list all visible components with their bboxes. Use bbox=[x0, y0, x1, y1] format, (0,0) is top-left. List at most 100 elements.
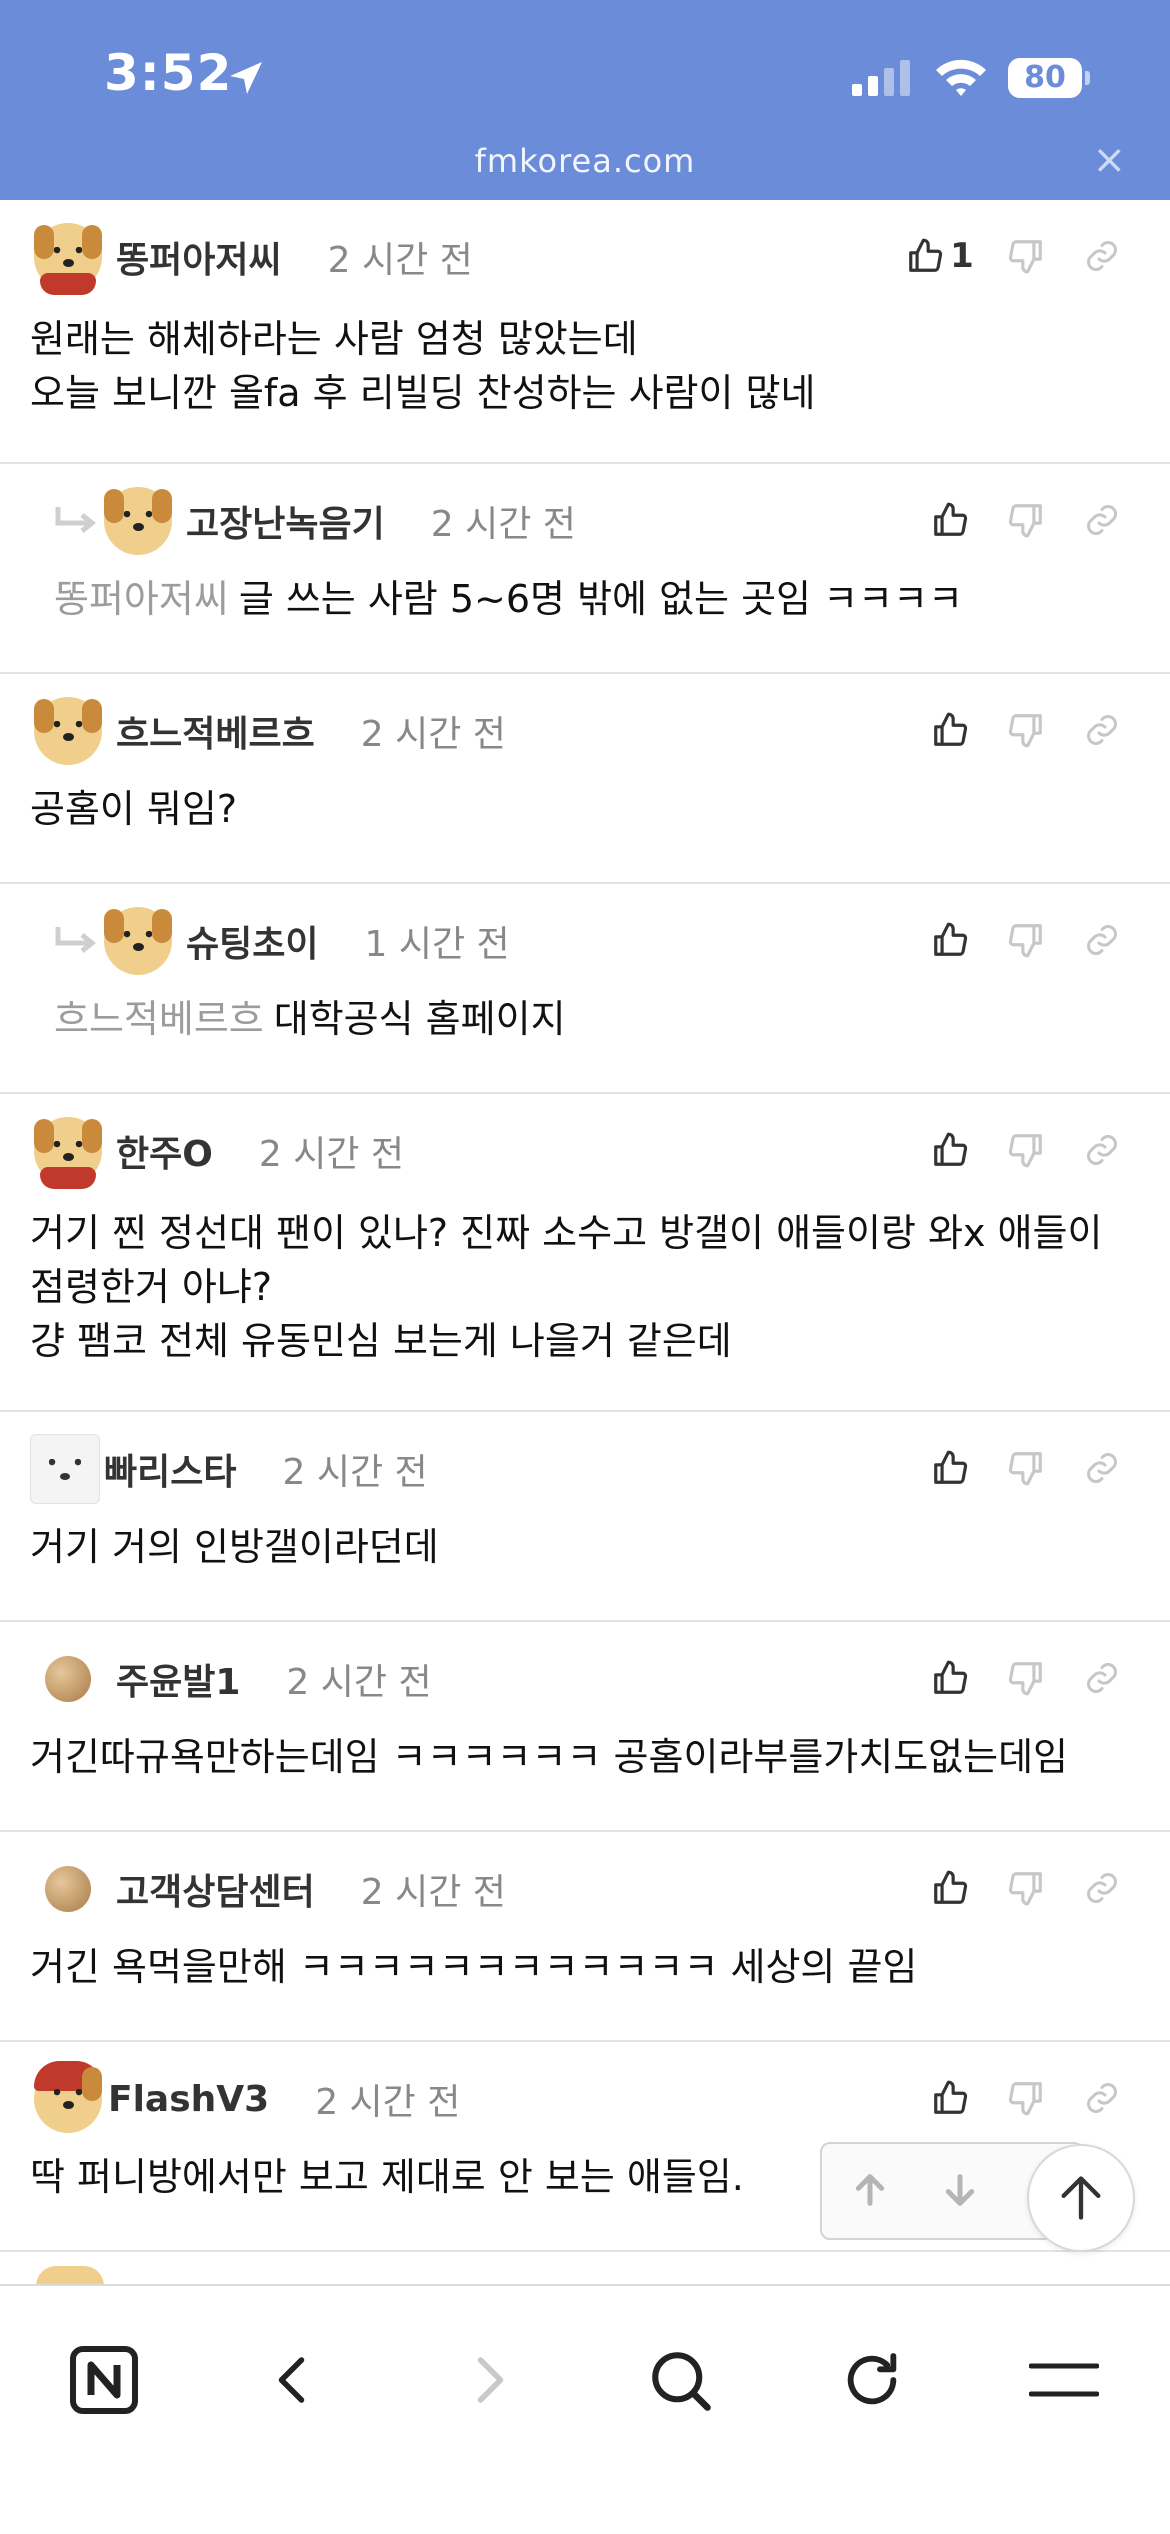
menu-button[interactable] bbox=[1016, 2332, 1112, 2428]
reload-button[interactable] bbox=[824, 2332, 920, 2428]
comment-time: 2 시간 전 bbox=[282, 1452, 428, 1493]
avatar[interactable] bbox=[45, 1656, 91, 1702]
like-button[interactable] bbox=[912, 1648, 988, 1708]
signal-icon bbox=[852, 60, 910, 96]
close-icon[interactable]: × bbox=[1092, 140, 1126, 180]
avatar[interactable] bbox=[30, 1434, 100, 1504]
avatar[interactable] bbox=[34, 2061, 102, 2133]
arrow-down-icon[interactable] bbox=[940, 2170, 980, 2210]
like-button[interactable] bbox=[912, 1120, 988, 1180]
comment-item: 주윤발1 2 시간 전 거긴따규욕만하는데임 ㅋㅋㅋㅋㅋㅋ 공홈이라부를가치도없… bbox=[0, 1622, 1170, 1832]
comment-item: 슈팅초이 1 시간 전 흐느적베르흐 대학공식 홈페이지 bbox=[0, 884, 1170, 1094]
comment-username[interactable]: 흐느적베르흐 bbox=[116, 705, 315, 757]
comment-item: 똥퍼아저씨 2 시간 전 1 원래는 해체하라는 사람 엄청 많았는데 오늘 보… bbox=[0, 200, 1170, 464]
thumbs-up-icon bbox=[934, 2080, 968, 2114]
comment-body: 흐느적베르흐 대학공식 홈페이지 bbox=[54, 997, 566, 1041]
reply-arrow-icon bbox=[55, 507, 97, 533]
comment-username[interactable]: 빠리스타 bbox=[104, 1443, 236, 1495]
link-button[interactable] bbox=[1064, 2068, 1140, 2128]
thumbs-down-icon bbox=[1008, 1662, 1042, 1696]
comment-body: 거긴 욕먹을만해 ㅋㅋㅋㅋㅋㅋㅋㅋㅋㅋㅋㅋ 세상의 끝임 bbox=[30, 1945, 918, 1989]
link-icon bbox=[1087, 1873, 1117, 1903]
avatar[interactable] bbox=[34, 697, 102, 765]
browser-toolbar bbox=[0, 2284, 1170, 2534]
like-button[interactable] bbox=[912, 1858, 988, 1918]
dislike-button[interactable] bbox=[988, 910, 1064, 970]
reload-icon bbox=[847, 2353, 897, 2405]
comment-username[interactable]: 고객상담센터 bbox=[116, 1863, 315, 1915]
avatar[interactable] bbox=[34, 1117, 102, 1189]
link-icon bbox=[1087, 505, 1117, 535]
avatar[interactable] bbox=[104, 487, 172, 555]
status-and-url-bar: 3:52 80 fmkorea.com × bbox=[0, 0, 1170, 200]
link-button[interactable] bbox=[1064, 226, 1140, 286]
link-icon bbox=[1087, 925, 1117, 955]
dislike-button[interactable] bbox=[988, 1858, 1064, 1918]
comment-item: 고장난녹음기 2 시간 전 똥퍼아저씨 글 쓰는 사람 5~6명 밖에 없는 곳임… bbox=[0, 464, 1170, 674]
dislike-button[interactable] bbox=[988, 226, 1064, 286]
like-button[interactable] bbox=[912, 910, 988, 970]
avatar bbox=[36, 2266, 104, 2286]
scroll-to-top-button[interactable] bbox=[1027, 2144, 1135, 2252]
comment-item: 흐느적베르흐 2 시간 전 공홈이 뭐임? bbox=[0, 674, 1170, 884]
link-icon bbox=[1087, 715, 1117, 745]
status-time: 3:52 bbox=[104, 44, 233, 102]
back-button[interactable] bbox=[246, 2332, 342, 2428]
url-domain[interactable]: fmkorea.com bbox=[0, 142, 1170, 180]
comment-time: 2 시간 전 bbox=[258, 1134, 404, 1175]
wifi-icon bbox=[936, 59, 986, 96]
dislike-button[interactable] bbox=[988, 700, 1064, 760]
arrow-up-icon[interactable] bbox=[850, 2170, 890, 2210]
search-button[interactable] bbox=[632, 2332, 728, 2428]
forward-button[interactable] bbox=[440, 2332, 536, 2428]
thumbs-down-icon bbox=[1008, 1872, 1042, 1906]
thumbs-up-icon bbox=[934, 1132, 968, 1166]
dislike-button[interactable] bbox=[988, 1438, 1064, 1498]
comment-body: 거기 거의 인방갤이라던데 bbox=[30, 1525, 439, 1569]
reply-mention[interactable]: 똥퍼아저씨 bbox=[54, 577, 229, 621]
menu-icon bbox=[1029, 2363, 1099, 2397]
comment-username[interactable]: 고장난녹음기 bbox=[186, 495, 385, 547]
link-button[interactable] bbox=[1064, 910, 1140, 970]
avatar[interactable] bbox=[34, 223, 102, 295]
dislike-button[interactable] bbox=[988, 2068, 1064, 2128]
link-button[interactable] bbox=[1064, 1120, 1140, 1180]
battery-icon: 80 bbox=[1008, 58, 1090, 98]
thumbs-down-icon bbox=[1008, 1134, 1042, 1168]
like-button[interactable] bbox=[912, 2068, 988, 2128]
link-button[interactable] bbox=[1064, 490, 1140, 550]
link-button[interactable] bbox=[1064, 1648, 1140, 1708]
naver-home-button[interactable] bbox=[56, 2332, 152, 2428]
like-button[interactable] bbox=[912, 700, 988, 760]
comment-username[interactable]: 주윤발1 bbox=[116, 1653, 240, 1705]
reply-mention[interactable]: 흐느적베르흐 bbox=[54, 997, 264, 1041]
avatar[interactable] bbox=[45, 1866, 91, 1912]
comment-username[interactable]: 똥퍼아저씨 bbox=[116, 231, 282, 283]
dislike-button[interactable] bbox=[988, 490, 1064, 550]
thumbs-up-icon bbox=[934, 502, 968, 536]
comment-time: 2 시간 전 bbox=[430, 504, 576, 545]
comment-time: 1 시간 전 bbox=[364, 924, 510, 965]
link-button[interactable] bbox=[1064, 1858, 1140, 1918]
like-count: 1 bbox=[950, 236, 974, 276]
thumbs-down-icon bbox=[1008, 2082, 1042, 2116]
back-icon bbox=[278, 2357, 305, 2403]
dislike-button[interactable] bbox=[988, 1120, 1064, 1180]
comment-time: 2 시간 전 bbox=[286, 1662, 432, 1703]
thumbs-down-icon bbox=[1008, 504, 1042, 538]
like-button[interactable] bbox=[912, 490, 988, 550]
dislike-button[interactable] bbox=[988, 1648, 1064, 1708]
link-button[interactable] bbox=[1064, 1438, 1140, 1498]
comment-username[interactable]: 슈팅초이 bbox=[186, 915, 318, 967]
naver-home-icon bbox=[70, 2346, 138, 2414]
like-button[interactable] bbox=[912, 1438, 988, 1498]
avatar[interactable] bbox=[104, 907, 172, 975]
link-button[interactable] bbox=[1064, 700, 1140, 760]
comment-username[interactable]: FlashV3 bbox=[108, 2079, 269, 2120]
link-icon bbox=[1087, 1663, 1117, 1693]
like-button[interactable]: 1 bbox=[892, 226, 988, 286]
comment-time: 2 시간 전 bbox=[360, 1872, 506, 1913]
comment-username[interactable]: 한주O bbox=[116, 1125, 213, 1177]
thumbs-up-icon bbox=[934, 1660, 968, 1694]
thumbs-up-icon bbox=[934, 712, 968, 746]
